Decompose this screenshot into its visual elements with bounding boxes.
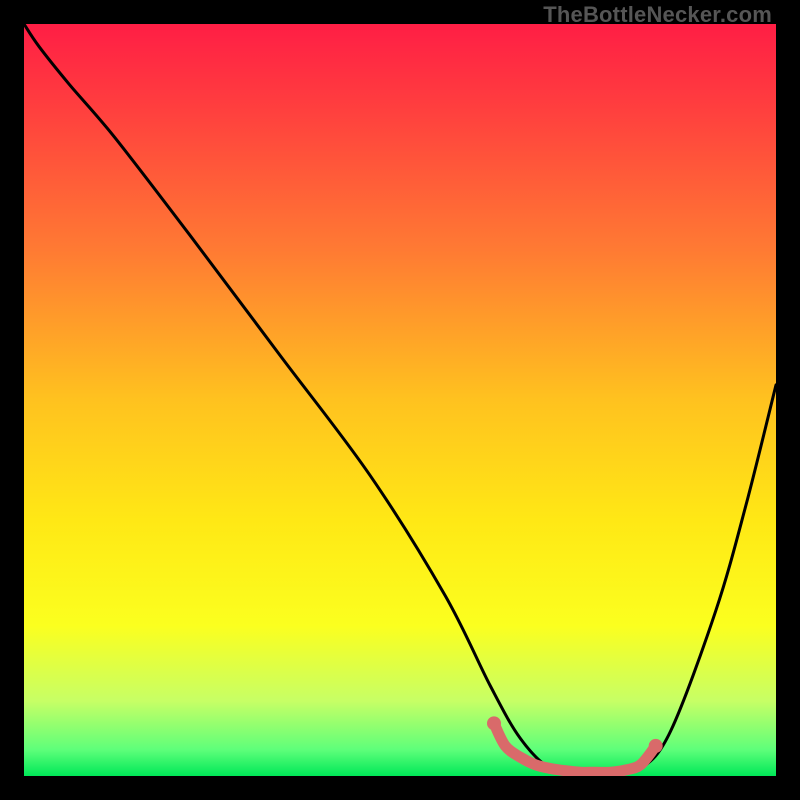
watermark-text: TheBottleNecker.com	[543, 2, 772, 28]
sweet-spot-end-dot	[649, 739, 663, 753]
gradient-background	[24, 24, 776, 776]
chart-frame	[24, 24, 776, 776]
sweet-spot-start-dot	[487, 716, 501, 730]
bottleneck-chart	[24, 24, 776, 776]
